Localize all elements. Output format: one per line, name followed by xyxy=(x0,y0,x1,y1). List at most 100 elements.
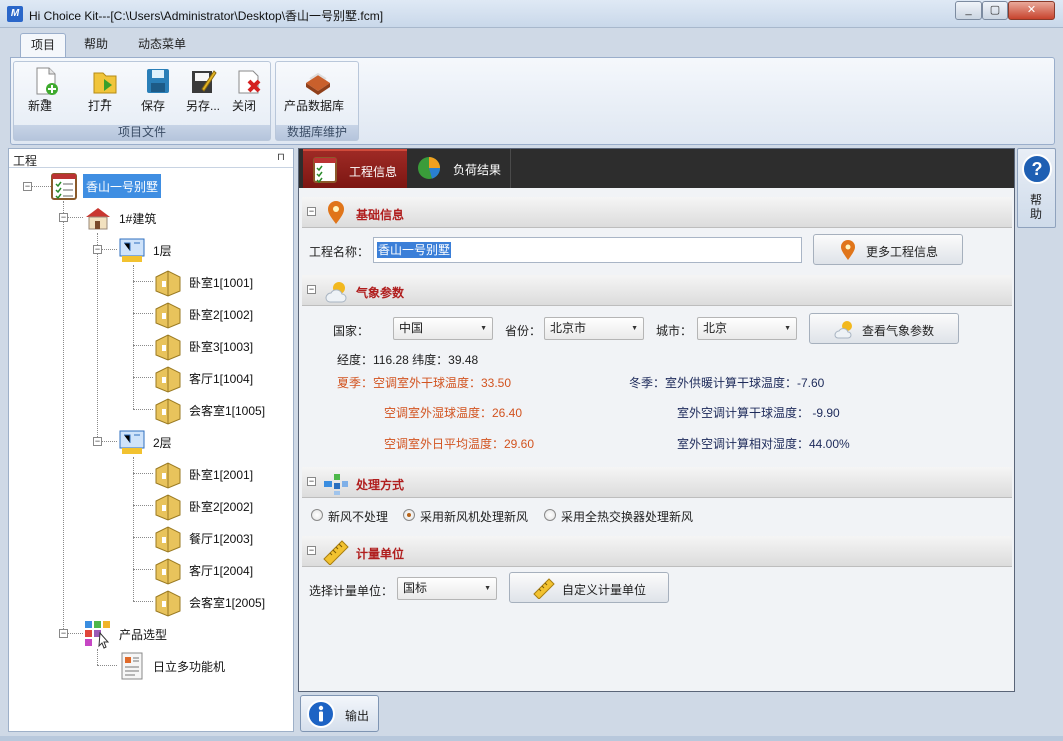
collapse-toggle[interactable]: − xyxy=(59,629,68,638)
dropdown-icon: ▼ xyxy=(631,325,638,332)
maximize-button[interactable]: ▢ xyxy=(982,1,1008,20)
section-units-header[interactable]: − 计量单位 xyxy=(302,536,1012,567)
tree-node-room[interactable]: 卧室1[2001] xyxy=(153,459,273,489)
province-select[interactable]: 北京市 ▼ xyxy=(544,317,644,340)
tree-label: 2层 xyxy=(153,436,172,450)
location-pin-icon xyxy=(841,240,855,260)
tree-node-floor[interactable]: 1层 xyxy=(117,235,197,265)
tree-node-room[interactable]: 卧室2[1002] xyxy=(153,299,273,329)
unit-value: 国标 xyxy=(403,581,428,595)
window-bottom-border xyxy=(0,736,1063,741)
tree-node-room[interactable]: 卧室1[1001] xyxy=(153,267,273,297)
save-as-button[interactable]: 另存... xyxy=(186,65,220,113)
project-tree-panel: 工程 ⊓ − − − − − 香山一号别墅 1#建筑 1层 卧室1[1001] xyxy=(8,148,294,732)
room-icon xyxy=(155,270,181,297)
tree-label: 餐厅1[2003] xyxy=(189,532,254,546)
tree-node-product[interactable]: 日立多功能机 xyxy=(117,651,247,681)
dropdown-icon: ▼ xyxy=(784,325,791,332)
tree-label: 卧室2[2002] xyxy=(189,500,254,514)
custom-units-button[interactable]: 自定义计量单位 xyxy=(509,572,669,603)
country-label: 国家： xyxy=(333,324,370,338)
button-label: 更多工程信息 xyxy=(866,245,939,259)
save-button[interactable]: 保存 xyxy=(141,65,175,113)
province-value: 北京市 xyxy=(550,321,587,335)
summer-daily-avg-text: 空调室外日平均温度：29.60 xyxy=(384,437,535,451)
section-weather-header[interactable]: − 气象参数 xyxy=(302,275,1012,306)
tree-label: 香山一号别墅 xyxy=(83,174,162,198)
tree-label: 1层 xyxy=(153,244,172,258)
room-icon xyxy=(155,302,181,329)
output-label: 输出 xyxy=(345,709,370,723)
floor-plan-icon xyxy=(119,238,145,262)
unit-select[interactable]: 国标 ▼ xyxy=(397,577,497,600)
tree-node-project[interactable]: 香山一号别墅 xyxy=(49,171,199,201)
project-name-input[interactable]: 香山一号别墅 xyxy=(373,237,802,263)
radio-label: 采用全热交换器处理新风 xyxy=(561,510,694,524)
tree-node-room[interactable]: 客厅1[1004] xyxy=(153,363,273,393)
country-select[interactable]: 中国 ▼ xyxy=(393,317,493,340)
radio-no-fresh-air[interactable] xyxy=(311,509,323,521)
tree-label: 卧室3[1003] xyxy=(189,340,254,354)
dropdown-icon: ▼ xyxy=(480,325,487,332)
collapse-toggle[interactable]: − xyxy=(23,182,32,191)
button-label: 查看气象参数 xyxy=(862,324,935,338)
collapse-icon[interactable]: − xyxy=(307,207,316,216)
tab-project-info[interactable]: 工程信息 xyxy=(303,149,407,188)
center-tab-bar: 工程信息 负荷结果 xyxy=(299,149,1014,188)
window-title: Hi Choice Kit---[C:\Users\Administrator\… xyxy=(29,9,384,23)
tree-node-room[interactable]: 餐厅1[2003] xyxy=(153,523,273,553)
collapse-icon[interactable]: − xyxy=(307,546,316,555)
output-button[interactable]: 输出 xyxy=(300,695,379,732)
collapse-toggle[interactable]: − xyxy=(59,213,68,222)
tree-node-room[interactable]: 会客室1[2005] xyxy=(153,587,283,617)
close-file-label: 关闭 xyxy=(232,99,257,113)
collapse-toggle[interactable]: − xyxy=(93,437,102,446)
tree-node-room[interactable]: 客厅1[2004] xyxy=(153,555,273,585)
tree-node-building[interactable]: 1#建筑 xyxy=(83,203,193,233)
tree-node-room[interactable]: 会客室1[1005] xyxy=(153,395,283,425)
tree-node-floor[interactable]: 2层 xyxy=(117,427,197,457)
collapse-icon[interactable]: − xyxy=(307,285,316,294)
unit-select-label: 选择计量单位： xyxy=(309,584,394,598)
room-icon xyxy=(155,526,181,553)
tree-node-room[interactable]: 卧室2[2002] xyxy=(153,491,273,521)
collapse-icon[interactable]: − xyxy=(307,477,316,486)
tree-node-product-selection[interactable]: 产品选型 xyxy=(83,619,193,649)
view-weather-params-button[interactable]: 查看气象参数 xyxy=(809,313,959,344)
ruler-icon xyxy=(323,540,349,565)
pie-chart-icon xyxy=(418,157,440,179)
tab-dynamic-menu[interactable]: 动态菜单 xyxy=(128,33,196,57)
city-select[interactable]: 北京 ▼ xyxy=(697,317,797,340)
tree-node-room[interactable]: 卧室3[1003] xyxy=(153,331,273,361)
tree-label: 卧室2[1002] xyxy=(189,308,254,322)
section-basic-info-header[interactable]: − 基础信息 xyxy=(302,197,1012,228)
section-process-method-header[interactable]: − 处理方式 xyxy=(302,467,1012,498)
close-file-button[interactable]: 关闭 xyxy=(232,65,266,113)
close-button[interactable]: ✕ xyxy=(1008,1,1055,20)
tree-label: 客厅1[2004] xyxy=(189,564,254,578)
help-side-button[interactable]: ? 帮助 xyxy=(1017,148,1056,228)
tree-label: 卧室1[1001] xyxy=(189,276,254,290)
new-button[interactable]: 新建 ▼ xyxy=(28,65,62,113)
product-database-button[interactable]: 产品数据库 xyxy=(284,65,350,113)
coordinates-text: 经度：116.28 纬度：39.48 xyxy=(337,353,479,367)
tab-load-results[interactable]: 负荷结果 xyxy=(407,149,511,188)
more-project-info-button[interactable]: 更多工程信息 xyxy=(813,234,963,265)
open-button[interactable]: 打开 ▼ xyxy=(88,65,122,113)
close-file-icon xyxy=(238,70,261,94)
tab-help[interactable]: 帮助 xyxy=(74,33,118,57)
tree-label: 1#建筑 xyxy=(119,212,157,226)
minimize-button[interactable]: _ xyxy=(955,1,982,20)
project-name-label: 工程名称： xyxy=(309,245,370,259)
tab-project[interactable]: 项目 xyxy=(20,33,67,57)
radio-fresh-air-unit[interactable] xyxy=(403,509,415,521)
pin-icon[interactable]: ⊓ xyxy=(277,152,285,163)
radio-heat-exchanger[interactable] xyxy=(544,509,556,521)
save-as-icon xyxy=(192,70,217,93)
project-info-body: − 基础信息 工程名称： 香山一号别墅 更多工程信息 − 气象参数 国家： 中国… xyxy=(299,188,1014,691)
section-title: 处理方式 xyxy=(356,478,405,492)
collapse-toggle[interactable]: − xyxy=(93,245,102,254)
ruler-icon xyxy=(533,578,555,599)
tree-label: 卧室1[2001] xyxy=(189,468,254,482)
tree-header: 工程 ⊓ xyxy=(9,149,293,168)
